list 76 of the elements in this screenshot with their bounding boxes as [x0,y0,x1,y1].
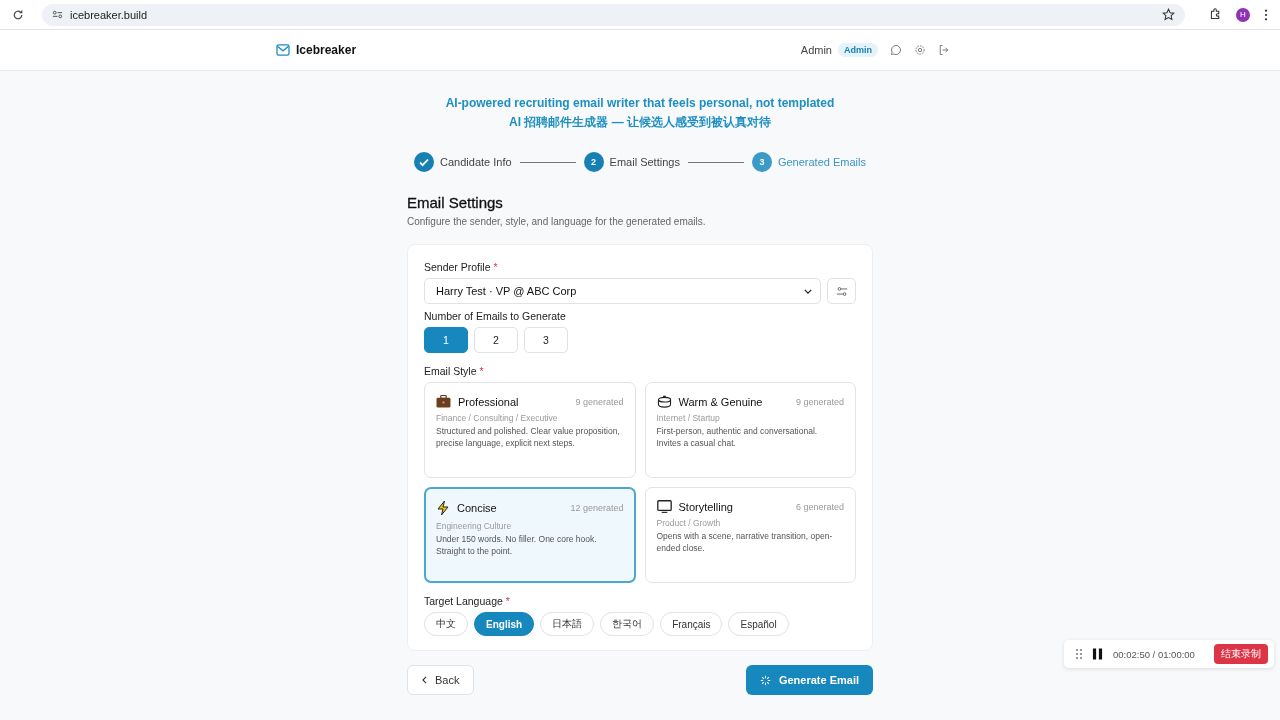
logout-icon[interactable] [938,44,950,56]
briefcase-icon [436,395,451,408]
tagline: AI 招聘邮件生成器 — 让候选人感受到被认真对待 [508,114,772,131]
step-number: 3 [751,152,772,172]
extensions-icon[interactable] [1209,8,1222,21]
drag-handle-icon[interactable] [1076,649,1082,659]
count-option[interactable]: 3 [524,327,568,353]
tagline: AI-powered recruiting email writer that feels personal, not templated [444,95,836,112]
sparkle-icon [759,674,771,686]
field-label: Email Style [424,365,477,377]
generated-count: 6 generated [795,501,844,512]
settings-icon[interactable] [914,44,926,56]
style-option-card[interactable]: Warm & Genuine 9 generated Internet / Startup First-person, authentic and conversational. Invites a casual chat. [644,382,856,478]
required-mark: * [493,261,498,273]
style-audience: Product / Growth [656,518,722,528]
generated-count: 9 generated [795,396,844,407]
user-name: Admin [800,44,832,56]
pot-icon [656,395,672,408]
sliders-button[interactable] [827,278,856,304]
profile-avatar[interactable]: H [1236,7,1250,22]
step-number: 2 [583,152,604,172]
style-description: Structured and polished. Clear value proposition, precise language, explicit next steps. [436,426,621,449]
style-description: Opens with a scene, narrative transition, open-ended close. [656,531,834,554]
reload-icon[interactable] [12,8,24,21]
language-option[interactable]: Español [728,612,789,636]
section-title: Email Settings [407,194,504,211]
style-option-card[interactable]: Storytelling 6 generated Product / Growth Opens with a scene, narrative transition, open-ended close. [644,487,856,583]
field-label: Target Language [424,595,503,607]
url-text: icebreaker.build [70,8,148,21]
generated-count: 12 generated [570,503,624,513]
language-option[interactable]: Français [660,612,723,636]
pause-icon[interactable] [1092,648,1103,660]
step-label: Email Settings [609,156,680,168]
more-menu-icon[interactable] [1264,8,1268,21]
field-label: Number of Emails to Generate [424,310,566,322]
language-option[interactable]: 日本語 [540,612,595,636]
chevron-left-icon [422,676,427,684]
style-audience: Finance / Consulting / Executive [436,413,559,423]
style-audience: Internet / Startup [656,413,721,423]
back-button[interactable]: Back [407,665,475,695]
count-option[interactable]: 2 [474,327,518,353]
mail-icon [276,44,290,56]
language-option[interactable]: 中文 [424,612,468,636]
style-name: Warm & Genuine [678,395,763,408]
monitor-icon [656,500,672,513]
chat-icon[interactable] [890,44,902,56]
section-description: Configure the sender, style, and language for the generated emails. [407,216,707,227]
style-description: First-person, authentic and conversational. Invites a casual chat. [656,426,819,449]
step-label: Candidate Info [440,156,512,168]
sliders-icon [835,285,848,297]
required-mark: * [479,365,484,377]
role-badge: Admin [838,43,878,57]
app-name: Icebreaker [296,43,357,57]
style-name: Storytelling [678,500,733,513]
generated-count: 9 generated [575,396,624,407]
style-audience: Engineering Culture [436,521,513,531]
address-bar[interactable]: icebreaker.build [42,3,1185,26]
stop-recording-button[interactable]: 结束录制 [1214,644,1268,664]
style-description: Under 150 words. No filler. One core hook. Straight to the point. [436,534,598,557]
language-option[interactable]: English [474,612,535,636]
style-name: Professional [458,395,519,408]
language-option[interactable]: 한국어 [600,612,655,636]
step-label: Generated Emails [777,156,866,168]
site-settings-icon[interactable] [52,9,63,20]
lightning-bolt-icon [436,500,450,516]
generate-email-button[interactable]: Generate Email [745,665,873,695]
sender-profile-select[interactable]: Harry Test · VP @ ABC Corp [424,278,821,304]
field-label: Sender Profile [424,261,491,273]
required-mark: * [505,595,510,607]
style-option-card[interactable]: Concise 12 generated Engineering Culture Under 150 words. No filler. One core hook. Straight to the point. [424,487,636,583]
style-name: Concise [457,502,497,514]
bookmark-star-icon[interactable] [1162,8,1175,21]
count-option[interactable]: 1 [424,327,468,353]
chevron-down-icon [804,288,812,294]
style-option-card[interactable]: Professional 9 generated Finance / Consulting / Executive Structured and polished. Clear value proposition, precise language, explicit next steps. [424,382,636,478]
recording-time: 00:02:50 / 01:00:00 [1113,648,1195,660]
